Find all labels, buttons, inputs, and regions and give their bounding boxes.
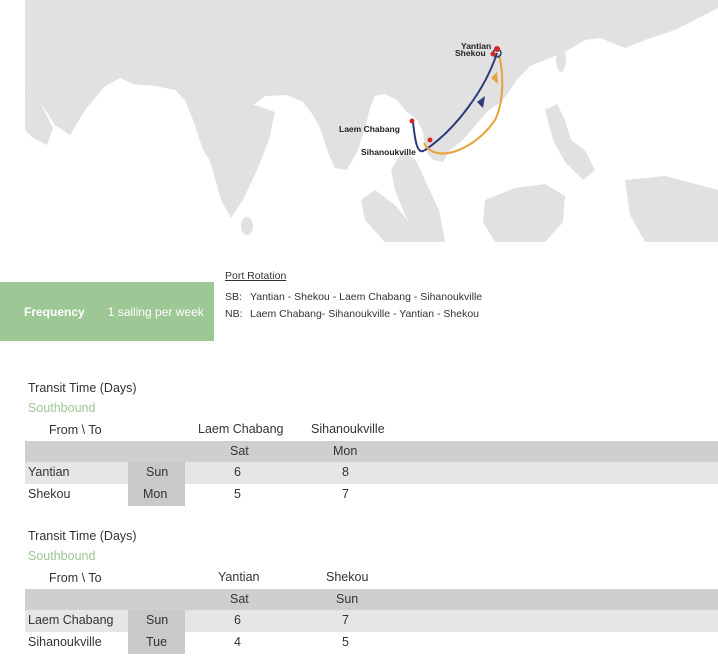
row-value: 5 [234,487,241,501]
row-value: 7 [342,613,349,627]
row-port: Yantian [28,465,70,479]
port-label-shekou: Shekou [455,48,486,58]
rotation-sb: SB: Yantian - Shekou - Laem Chabang - Sih… [225,291,482,303]
frequency-value: 1 sailing per week [107,304,204,319]
from-to-header: From \ To [49,571,102,585]
dest-days-bar [25,441,718,462]
port-rotation: Port Rotation SB: Yantian - Shekou - Laem… [225,270,482,325]
frequency-box: Frequency 1 sailing per week [0,282,214,341]
row-value: 6 [234,613,241,627]
port-rotation-title: Port Rotation [225,270,287,282]
from-to-header: From \ To [49,423,102,437]
row-port: Shekou [28,487,71,501]
rotation-sb-label: SB: [225,291,242,303]
route-map-svg: Yantian Shekou Laem Chabang Sihanoukvill… [25,0,718,242]
row-value: 5 [342,635,349,649]
row-day: Sun [146,465,169,479]
dest-days-bar [25,589,718,610]
row-value: 6 [234,465,241,479]
land-taiwan [556,48,566,72]
port-label-sihanoukville: Sihanoukville [361,147,416,157]
row-day: Mon [143,487,168,501]
port-marker-yantian [494,46,500,52]
row-value: 4 [234,635,241,649]
dest-header: Shekou [326,570,369,584]
row-value: 7 [342,487,349,501]
dest-day: Mon [333,444,358,458]
port-marker-sihanoukville [427,137,433,143]
rotation-sb-value: Yantian - Shekou - Laem Chabang - Sihano… [250,291,483,303]
rotation-nb: NB: Laem Chabang- Sihanoukville - Yantian… [225,308,482,320]
table-title: Transit Time (Days) [28,529,137,543]
dest-day: Sun [336,592,359,606]
row-day: Sun [146,613,169,627]
dest-day: Sat [230,592,249,606]
dest-header: Sihanoukville [311,422,385,436]
route-map: Yantian Shekou Laem Chabang Sihanoukvill… [25,0,718,242]
dest-day: Sat [230,444,249,458]
dest-header: Yantian [218,570,260,584]
table-direction: Southbound [28,401,96,415]
port-marker-shekou [490,51,496,57]
port-label-laem-chabang: Laem Chabang [339,124,400,134]
row-value: 8 [342,465,349,479]
rotation-nb-label: NB: [225,308,243,320]
row-port: Sihanoukville [28,635,102,649]
table-title: Transit Time (Days) [28,381,137,395]
row-port: Laem Chabang [28,613,114,627]
port-marker-laem-chabang [409,118,415,124]
land-srilanka [241,217,253,235]
dest-header: Laem Chabang [198,422,284,436]
rotation-nb-value: Laem Chabang- Sihanoukville - Yantian - … [250,308,480,320]
frequency-label: Frequency [24,304,85,319]
row-day: Tue [146,635,168,649]
table-direction: Southbound [28,549,96,563]
